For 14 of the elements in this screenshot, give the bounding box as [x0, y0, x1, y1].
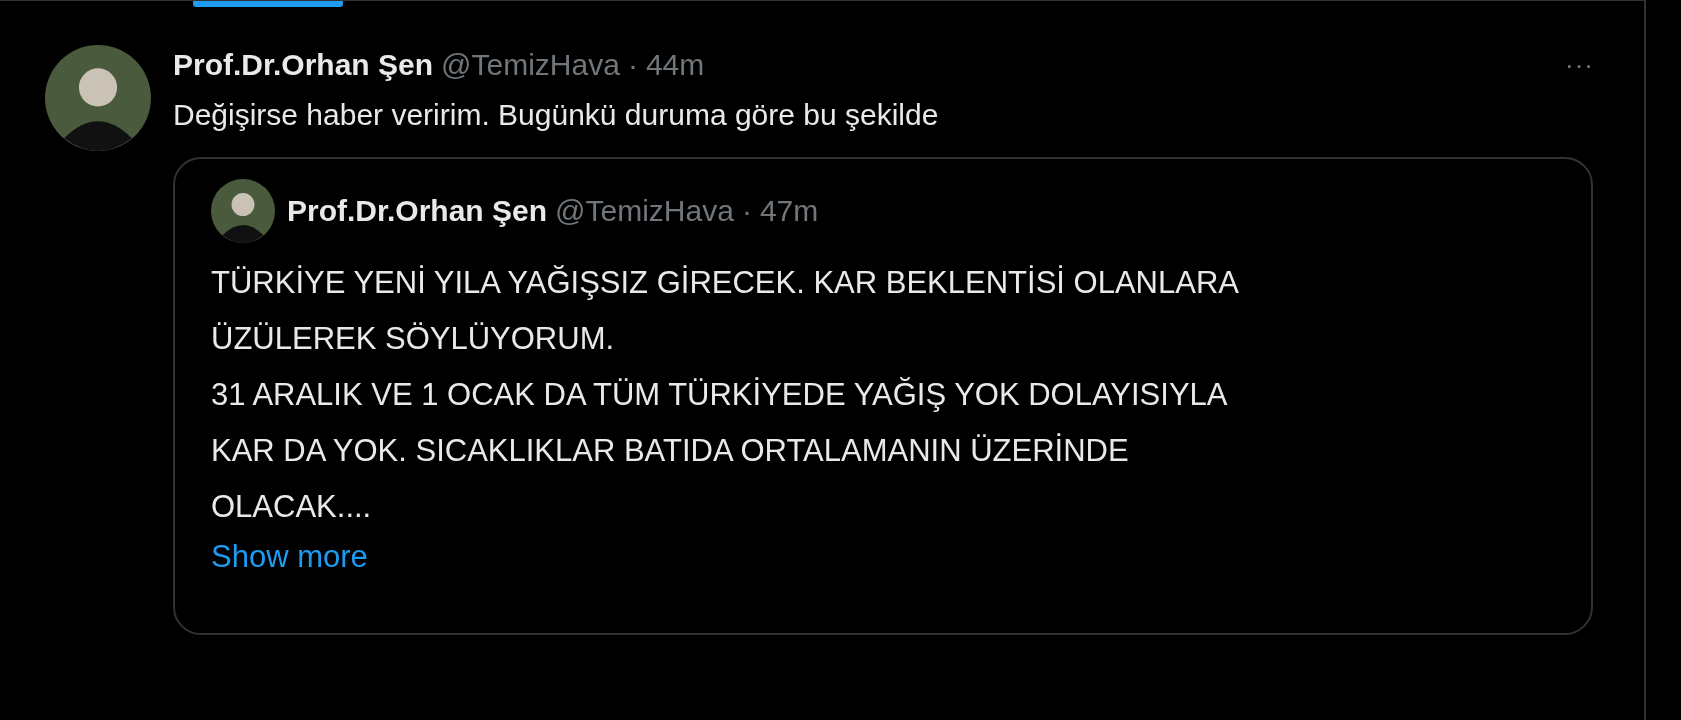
author-handle[interactable]: @TemizHava [441, 48, 620, 82]
author-name[interactable]: Prof.Dr.Orhan Şen [287, 194, 548, 228]
show-more-link[interactable]: Show more [211, 535, 368, 579]
timestamp[interactable]: 47m [759, 194, 819, 228]
timestamp[interactable]: 44m [645, 48, 705, 82]
author-name[interactable]: Prof.Dr.Orhan Şen [173, 48, 434, 82]
more-menu-button[interactable]: ··· [1565, 49, 1594, 81]
avatar [211, 179, 275, 243]
quoted-tweet-card[interactable] [173, 157, 1593, 635]
separator: · [627, 48, 638, 82]
tweet-text: Değişirse haber veririm. Bugünkü duruma göre bu şekilde [173, 97, 940, 133]
quoted-tweet-text: TÜRKİYE YENİ YILA YAĞIŞSIZ GİRECEK. KAR BEKLENTİSİ OLANLARA ÜZÜLEREK SÖYLÜYORUM. 31 ARALIK VE 1 OCAK DA TÜM TÜRKİYEDE YAĞIŞ YOK DOLAYISIYLA KAR DA YOK. SICAKLIKLAR BATIDA ORTALAMANIN ÜZERİNDE OLACAK.... [211, 264, 1240, 526]
separator: · [741, 194, 752, 228]
author-handle[interactable]: @TemizHava [555, 194, 734, 228]
